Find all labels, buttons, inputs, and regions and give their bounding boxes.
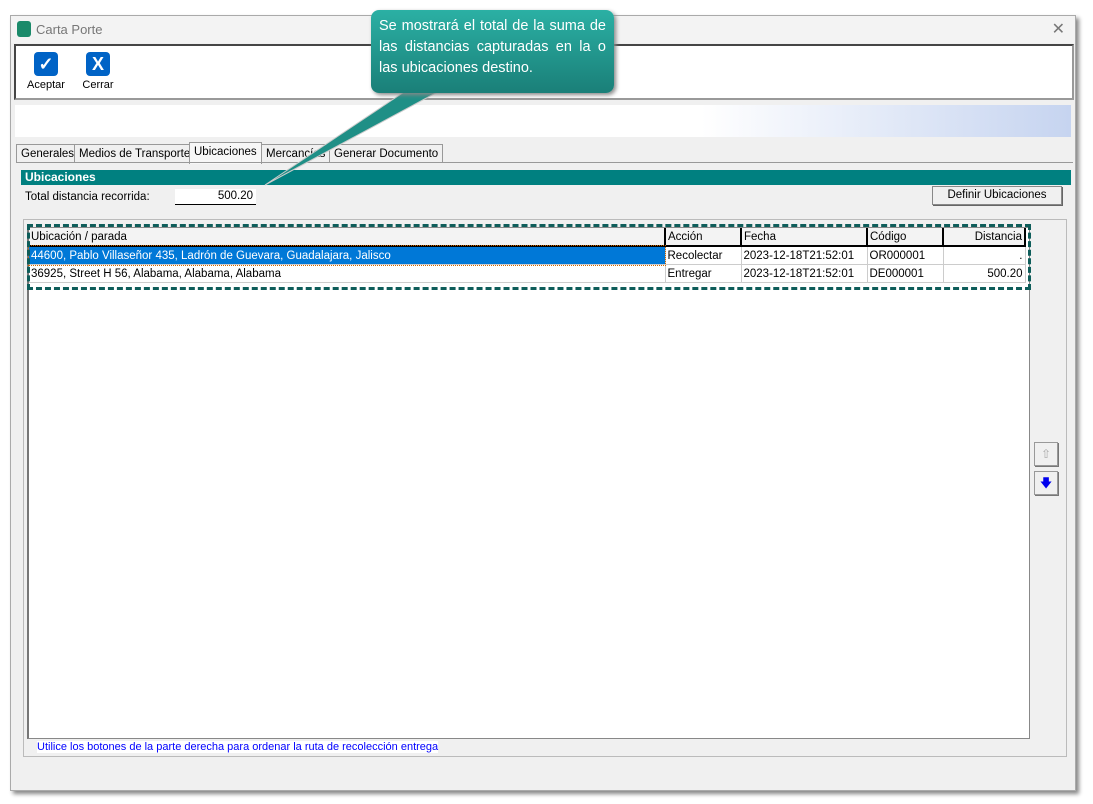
callout-tooltip: Se mostrará el total de la suma de las d…	[371, 10, 614, 93]
callout-pointer	[264, 87, 446, 186]
